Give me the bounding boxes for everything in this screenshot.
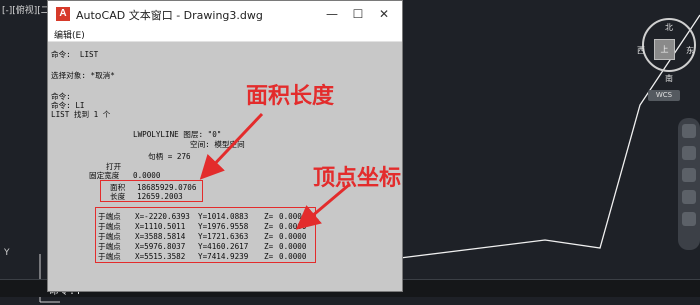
- annotation-area-length: 面积长度: [246, 84, 335, 109]
- annotation-arrows: [199, 112, 351, 230]
- arrow-area-length: [199, 112, 264, 180]
- annotation-vertex-coords: 顶点坐标: [313, 166, 402, 191]
